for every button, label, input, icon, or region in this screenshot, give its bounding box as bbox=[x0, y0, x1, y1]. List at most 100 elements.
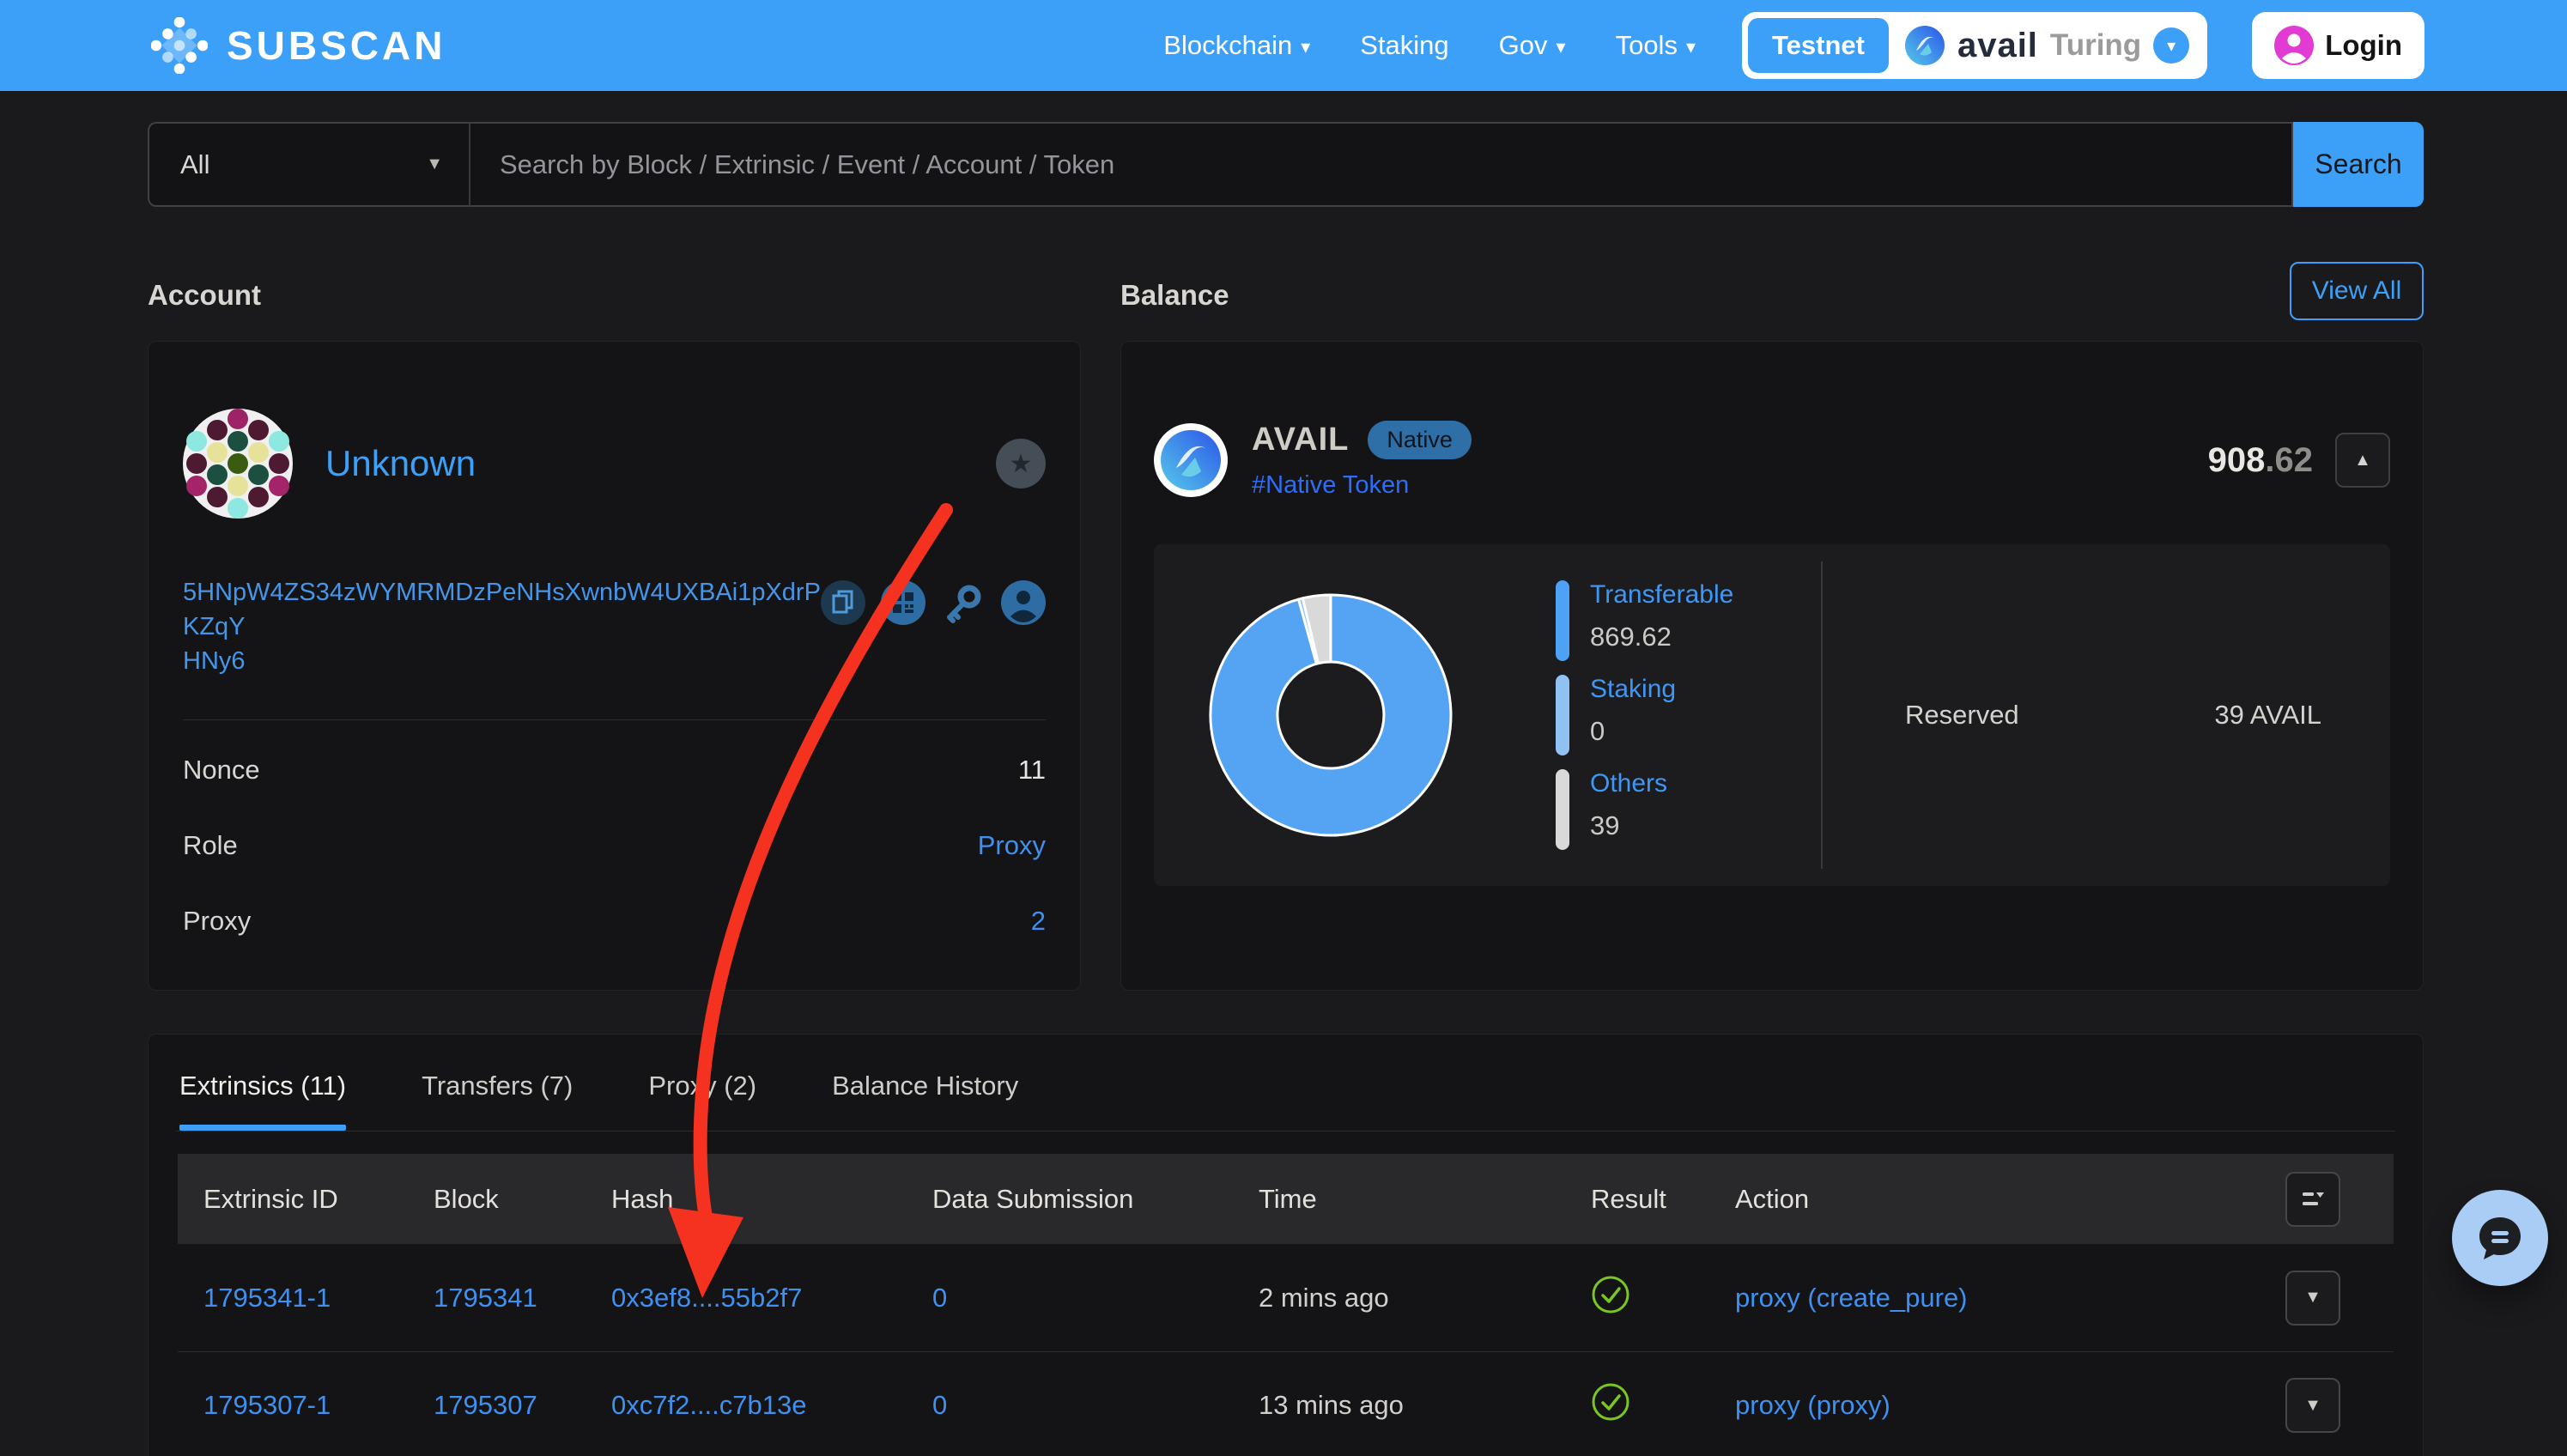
legend-label-transferable[interactable]: Transferable bbox=[1590, 580, 1733, 610]
favorite-star-button[interactable]: ★ bbox=[996, 439, 1046, 488]
data-submission-link[interactable]: 0 bbox=[932, 1390, 947, 1421]
balance-total-dec: .62 bbox=[2265, 441, 2313, 479]
extrinsics-table: Extrinsic ID Block Hash Data Submission … bbox=[178, 1154, 2394, 1456]
balance-total-int: 908 bbox=[2208, 441, 2266, 479]
legend-label-others[interactable]: Others bbox=[1590, 769, 1667, 798]
native-badge: Native bbox=[1368, 421, 1472, 459]
login-button[interactable]: Login bbox=[2252, 12, 2424, 79]
address-line-1: 5HNpW4ZS34zWYMRMDzPeNHsXwnbW4UXBAi1pXdrP… bbox=[183, 579, 821, 640]
header-time: Time bbox=[1259, 1184, 1317, 1215]
block-link[interactable]: 1795307 bbox=[434, 1390, 537, 1421]
action-link[interactable]: proxy (create_pure) bbox=[1735, 1283, 1968, 1313]
reserved-label: Reserved bbox=[1905, 700, 2019, 731]
login-label: Login bbox=[2325, 29, 2402, 62]
chain-name: avail bbox=[1957, 27, 2038, 65]
nav-item-blockchain[interactable]: Blockchain ▾ bbox=[1163, 30, 1310, 61]
tab-balance-history[interactable]: Balance History bbox=[832, 1071, 1018, 1131]
field-row-nonce: Nonce 11 bbox=[183, 732, 1046, 808]
user-icon bbox=[2274, 26, 2314, 65]
account-person-icon[interactable] bbox=[1001, 580, 1046, 625]
token-symbol: AVAIL bbox=[1252, 422, 1349, 458]
extrinsic-id-link[interactable]: 1795307-1 bbox=[203, 1390, 331, 1421]
filter-button[interactable] bbox=[2285, 1172, 2340, 1227]
chat-support-button[interactable] bbox=[2452, 1190, 2548, 1286]
balance-breakdown-panel: Transferable 869.62 Staking 0 Others 39 bbox=[1154, 544, 2390, 886]
data-submission-link[interactable]: 0 bbox=[932, 1283, 947, 1313]
chevron-down-icon: ▾ bbox=[1557, 36, 1566, 58]
legend-marker-transferable bbox=[1556, 580, 1569, 661]
role-value[interactable]: Proxy bbox=[978, 830, 1046, 861]
subscan-logo-icon bbox=[151, 17, 208, 74]
tab-transfers[interactable]: Transfers (7) bbox=[422, 1071, 573, 1131]
expand-row-button[interactable]: ▼ bbox=[2285, 1378, 2340, 1433]
hash-link[interactable]: 0xc7f2....c7b13e bbox=[611, 1390, 807, 1421]
divider bbox=[183, 719, 1046, 720]
balance-donut-chart bbox=[1202, 586, 1459, 844]
time-cell: 2 mins ago bbox=[1259, 1283, 1389, 1313]
table-header: Extrinsic ID Block Hash Data Submission … bbox=[178, 1154, 2394, 1244]
proxy-label: Proxy bbox=[183, 906, 251, 937]
header-block: Block bbox=[434, 1184, 499, 1215]
qr-code-icon[interactable] bbox=[881, 580, 925, 625]
table-row: 1795307-1 1795307 0xc7f2....c7b13e 0 13 … bbox=[178, 1351, 2394, 1456]
nonce-label: Nonce bbox=[183, 755, 260, 786]
header-action: Action bbox=[1735, 1184, 1809, 1215]
legend-marker-staking bbox=[1556, 675, 1569, 755]
avail-token-logo bbox=[1154, 423, 1228, 497]
field-row-role: Role Proxy bbox=[183, 808, 1046, 883]
view-all-button[interactable]: View All bbox=[2290, 262, 2424, 320]
nav-item-label: Staking bbox=[1360, 30, 1448, 61]
hash-link[interactable]: 0x3ef8....55b2f7 bbox=[611, 1283, 802, 1313]
account-card: Unknown ★ 5HNpW4ZS34zWYMRMDzPeNHsXwnbW4U… bbox=[148, 341, 1081, 991]
search-filter-select[interactable]: All ▼ bbox=[148, 122, 469, 207]
nav-item-staking[interactable]: Staking bbox=[1360, 30, 1448, 61]
address-line-2: HNy6 bbox=[183, 647, 246, 675]
expand-row-button[interactable]: ▼ bbox=[2285, 1271, 2340, 1326]
tab-extrinsics[interactable]: Extrinsics (11) bbox=[179, 1071, 346, 1131]
chain-chevron-down-icon[interactable]: ▾ bbox=[2153, 27, 2189, 64]
header-data-submission: Data Submission bbox=[932, 1184, 1133, 1215]
nav-item-tools[interactable]: Tools ▾ bbox=[1616, 30, 1696, 61]
legend-value-staking: 0 bbox=[1590, 716, 1676, 747]
divider bbox=[1821, 561, 1823, 869]
legend-value-transferable: 869.62 bbox=[1590, 622, 1733, 652]
navbar: SUBSCAN Blockchain ▾ Staking Gov ▾ Tools… bbox=[0, 0, 2567, 91]
native-token-tag[interactable]: #Native Token bbox=[1252, 471, 1472, 500]
account-identicon-avatar bbox=[183, 409, 293, 519]
legend-marker-others bbox=[1556, 769, 1569, 850]
header-extrinsic-id: Extrinsic ID bbox=[203, 1184, 338, 1215]
chevron-down-icon: ▾ bbox=[1301, 36, 1310, 58]
avail-logo-icon bbox=[1904, 25, 1945, 66]
nav-item-label: Tools bbox=[1616, 30, 1678, 61]
account-section-title: Account bbox=[148, 279, 261, 312]
account-address[interactable]: 5HNpW4ZS34zWYMRMDzPeNHsXwnbW4UXBAi1pXdrP… bbox=[183, 575, 821, 678]
chat-bubble-icon bbox=[2473, 1210, 2528, 1265]
extrinsic-id-link[interactable]: 1795341-1 bbox=[203, 1283, 331, 1313]
legend-item-others: Others 39 bbox=[1556, 769, 1733, 850]
block-link[interactable]: 1795341 bbox=[434, 1283, 537, 1313]
action-link[interactable]: proxy (proxy) bbox=[1735, 1390, 1890, 1421]
nav-item-gov[interactable]: Gov ▾ bbox=[1499, 30, 1566, 61]
field-row-proxy: Proxy 2 bbox=[183, 883, 1046, 959]
account-display-name[interactable]: Unknown bbox=[325, 443, 476, 484]
subscan-logo[interactable]: SUBSCAN bbox=[151, 17, 446, 74]
legend-label-staking[interactable]: Staking bbox=[1590, 675, 1676, 704]
role-label: Role bbox=[183, 830, 238, 861]
collapse-button[interactable]: ▲ bbox=[2335, 433, 2390, 488]
chain-selector[interactable]: avail Turing ▾ bbox=[1904, 25, 2201, 66]
search-filter-value: All bbox=[180, 149, 209, 180]
copy-icon[interactable] bbox=[821, 580, 865, 625]
success-check-icon bbox=[1591, 1382, 1630, 1422]
search-bar: All ▼ Search bbox=[148, 122, 2424, 207]
activity-card: Extrinsics (11) Transfers (7) Proxy (2) … bbox=[148, 1034, 2424, 1456]
search-button[interactable]: Search bbox=[2293, 122, 2424, 207]
chevron-down-icon: ▼ bbox=[426, 155, 443, 174]
tab-proxy[interactable]: Proxy (2) bbox=[648, 1071, 756, 1131]
chain-network: Turing bbox=[2050, 28, 2141, 63]
key-icon[interactable] bbox=[941, 580, 986, 625]
chevron-down-icon: ▼ bbox=[2304, 1396, 2321, 1416]
legend-value-others: 39 bbox=[1590, 810, 1667, 841]
testnet-button[interactable]: Testnet bbox=[1748, 18, 1889, 73]
search-input[interactable] bbox=[469, 122, 2293, 207]
proxy-value[interactable]: 2 bbox=[1031, 906, 1046, 937]
